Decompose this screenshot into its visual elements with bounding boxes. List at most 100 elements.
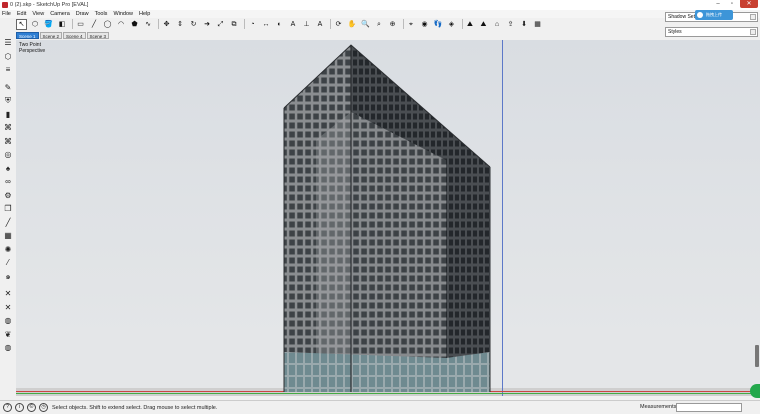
follow-me-icon[interactable]: ➜ xyxy=(202,19,213,30)
help-icon[interactable]: ? xyxy=(3,403,12,412)
3d-text-icon[interactable]: A xyxy=(315,19,326,30)
freehand-icon[interactable]: ∿ xyxy=(143,19,154,30)
upload-overlay-button[interactable]: 拖拽上传 xyxy=(695,10,733,20)
scale-icon[interactable]: ⤢ xyxy=(215,19,226,30)
circle-icon[interactable]: ◯ xyxy=(102,19,113,30)
shadow-settings-panel[interactable]: Shadow Settings 拖拽上传 xyxy=(665,10,758,22)
building-model[interactable] xyxy=(16,40,760,396)
stairs-tool-icon[interactable]: ≡ xyxy=(0,63,16,77)
menu-edit[interactable]: Edit xyxy=(17,11,26,17)
get-models-icon[interactable]: ⬇ xyxy=(519,19,530,30)
menu-view[interactable]: View xyxy=(32,11,44,17)
axes-icon[interactable]: ⊥ xyxy=(301,19,312,30)
zoom-extents-icon[interactable]: ⊕ xyxy=(387,19,398,30)
wand-tool-icon[interactable]: ⁄ xyxy=(0,256,16,270)
chain-tool-icon[interactable]: ∞ xyxy=(0,175,16,189)
zoom-icon[interactable]: 🔍 xyxy=(360,19,371,30)
title-bar: 0 (2).skp - SketchUp Pro [EVAL] – ▫ ✕ xyxy=(0,0,760,10)
info-icon[interactable]: i xyxy=(15,403,24,412)
styles-panel[interactable]: Styles xyxy=(665,27,758,37)
paint-bucket-icon[interactable]: 🪣 xyxy=(43,19,54,30)
3d-warehouse-icon[interactable]: ⌂ xyxy=(492,19,503,30)
polygon-icon[interactable]: ⬟ xyxy=(129,19,140,30)
spiral-tool-icon[interactable]: ๑ xyxy=(0,270,16,284)
arc-icon[interactable]: ◠ xyxy=(116,19,127,30)
measurements-input[interactable] xyxy=(676,403,742,412)
section-plane-icon[interactable]: ◈ xyxy=(446,19,457,30)
panel-expand-icon[interactable] xyxy=(750,14,756,20)
add-location-icon[interactable]: ⛰ xyxy=(465,19,476,30)
toolbar-separator xyxy=(72,19,73,29)
measurements-label: Measurements xyxy=(640,404,677,410)
shapes-tool-icon[interactable]: ⬡ xyxy=(0,50,16,64)
orbit-icon[interactable]: ⟳ xyxy=(333,19,344,30)
credits-icon[interactable]: © xyxy=(27,403,36,412)
push-pull-icon[interactable]: ⇕ xyxy=(175,19,186,30)
extension-warehouse-icon[interactable]: ▦ xyxy=(532,19,543,30)
globe-tool-icon[interactable]: ◍ xyxy=(0,341,16,355)
text-icon[interactable]: A xyxy=(288,19,299,30)
menu-draw[interactable]: Draw xyxy=(76,11,89,17)
leaf-tool-icon[interactable]: ❦ xyxy=(0,328,16,342)
ring-tool-icon[interactable]: ◍ xyxy=(0,314,16,328)
menu-file[interactable]: File xyxy=(2,11,11,17)
menu-window[interactable]: Window xyxy=(113,11,133,17)
pencil-tool-icon[interactable]: ✎ xyxy=(0,81,16,95)
protractor-icon[interactable]: ◐ xyxy=(274,19,285,30)
grid-tool-icon[interactable]: ▦ xyxy=(0,229,16,243)
move-icon[interactable]: ✥ xyxy=(161,19,172,30)
rectangle-icon[interactable]: ▭ xyxy=(75,19,86,30)
toggle-terrain-icon[interactable]: ⛰ xyxy=(478,19,489,30)
tray-scroll-handle[interactable] xyxy=(755,345,759,367)
zoom-window-icon[interactable]: ⌕ xyxy=(374,19,385,30)
nodes-alt-tool-icon[interactable]: ⌘ xyxy=(0,135,16,149)
toolbar-separator xyxy=(330,19,331,29)
sketchup-logo-icon xyxy=(2,2,8,8)
left-toolbar: ☰ ⬡ ≡ ✎ ⛨ ▮ ⌘ ⌘ ◎ ♠ ∞ ⚙ ❐ ╱ ▦ ✺ ⁄ ๑ ✕ ✕ ◍ ❦ ◍ xyxy=(0,36,16,355)
nodes-tool-icon[interactable]: ⌘ xyxy=(0,121,16,135)
scene-tab-3[interactable]: Scene 4 xyxy=(63,32,86,39)
close-button[interactable]: ✕ xyxy=(740,0,758,8)
line-icon[interactable]: ╱ xyxy=(89,19,100,30)
target-tool-icon[interactable]: ◎ xyxy=(0,148,16,162)
box-tool-icon[interactable]: ▮ xyxy=(0,108,16,122)
share-model-icon[interactable]: ⇪ xyxy=(505,19,516,30)
position-camera-icon[interactable]: ⌖ xyxy=(406,19,417,30)
status-message: Select objects. Shift to extend select. … xyxy=(52,404,218,411)
walk-icon[interactable]: 👣 xyxy=(433,19,444,30)
copy-tool-icon[interactable]: ❐ xyxy=(0,202,16,216)
menu-camera[interactable]: Camera xyxy=(50,11,70,17)
eraser-icon[interactable]: ◧ xyxy=(57,19,68,30)
gear-tool-icon[interactable]: ⚙ xyxy=(0,189,16,203)
flame-tool-icon[interactable]: ♠ xyxy=(0,162,16,176)
cross-tool-icon[interactable]: ✕ xyxy=(0,287,16,301)
geolocation-icon[interactable]: ◷ xyxy=(39,403,48,412)
floating-assistant-button[interactable] xyxy=(750,384,760,398)
model-viewport[interactable]: Two Point Perspective xyxy=(16,40,760,396)
minimize-button[interactable]: – xyxy=(712,0,724,8)
pan-icon[interactable]: ✋ xyxy=(347,19,358,30)
move-tool-icon[interactable]: ☰ xyxy=(0,36,16,50)
default-tray: Shadow Settings 拖拽上传 Styles xyxy=(665,10,758,42)
sun-tool-icon[interactable]: ✺ xyxy=(0,243,16,257)
select-icon[interactable]: ↖ xyxy=(16,18,27,30)
menu-bar: File Edit View Camera Draw Tools Window Help xyxy=(0,10,760,18)
scene-tab-4[interactable]: Scene 3 xyxy=(86,32,110,39)
menu-help[interactable]: Help xyxy=(139,11,150,17)
rotate-icon[interactable]: ↻ xyxy=(188,19,199,30)
make-component-icon[interactable]: ⬡ xyxy=(30,19,41,30)
scene-tab-2[interactable]: Scene 2 xyxy=(39,32,63,39)
dimension-icon[interactable]: ↔ xyxy=(261,19,272,30)
brush-tool-icon[interactable]: ╱ xyxy=(0,216,16,230)
shield-tool-icon[interactable]: ⛨ xyxy=(0,94,16,108)
cross-alt-tool-icon[interactable]: ✕ xyxy=(0,301,16,315)
menu-tools[interactable]: Tools xyxy=(95,11,108,17)
panel-expand-icon[interactable] xyxy=(750,29,756,35)
offset-icon[interactable]: ⧉ xyxy=(229,19,240,30)
styles-label: Styles xyxy=(668,29,682,35)
look-around-icon[interactable]: ◉ xyxy=(419,19,430,30)
scene-tab-1[interactable]: Scene 1 xyxy=(16,32,39,39)
status-bar: ? i © ◷ Select objects. Shift to extend … xyxy=(0,400,760,414)
maximize-button[interactable]: ▫ xyxy=(726,0,738,8)
tape-measure-icon[interactable]: ◔ xyxy=(247,19,258,30)
